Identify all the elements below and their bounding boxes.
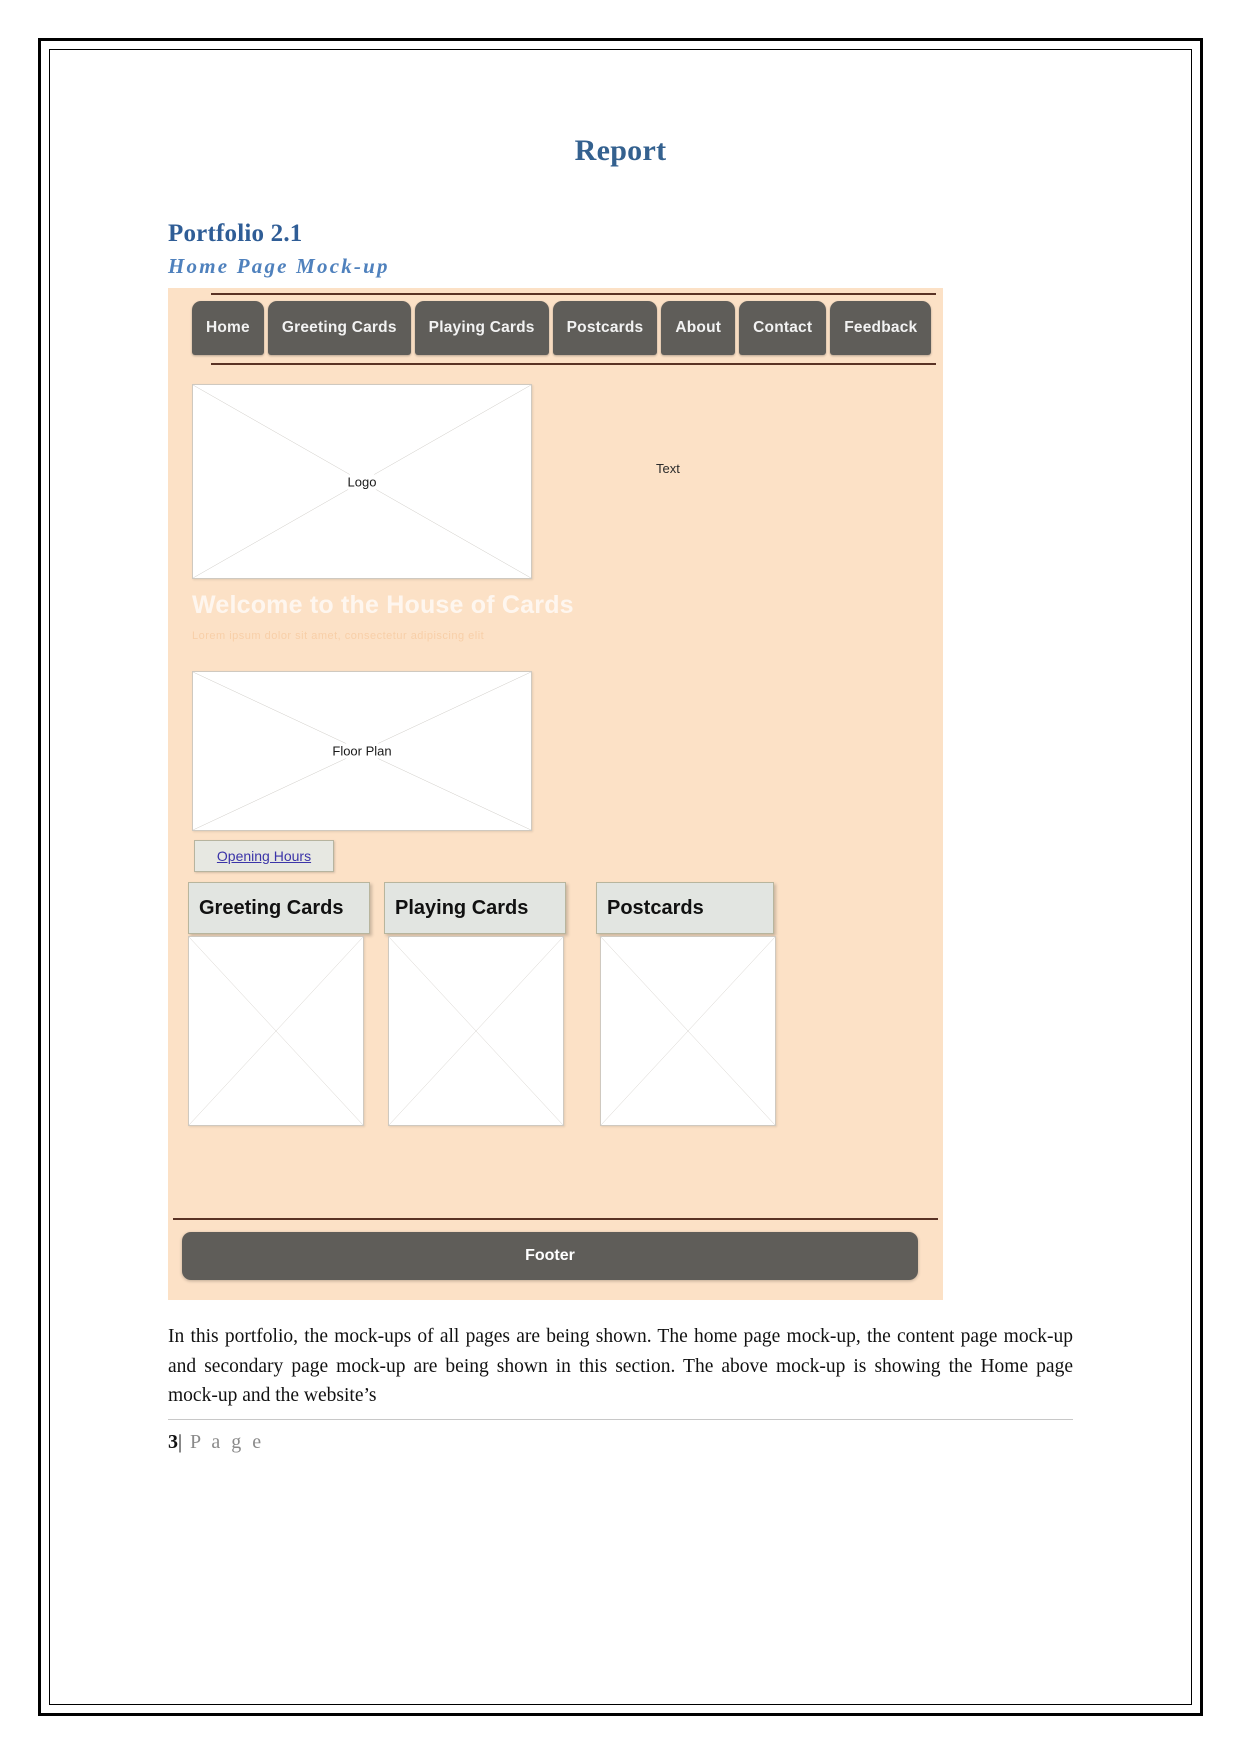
footer-label: Footer: [525, 1247, 575, 1264]
section-heading: Portfolio 2.1: [168, 220, 303, 247]
category-label: Postcards: [607, 896, 704, 919]
page-number: 3: [168, 1431, 178, 1453]
category-image-placeholder: [188, 936, 364, 1126]
page-footer: 3| P a g e: [168, 1419, 1073, 1454]
placeholder-cross-icon: [189, 937, 363, 1125]
text-placeholder-label: Text: [656, 461, 680, 476]
category-box-playing-cards[interactable]: Playing Cards: [384, 882, 566, 934]
category-image-placeholder: [600, 936, 776, 1126]
page-number-block: 3| P a g e: [168, 1431, 1073, 1454]
nav-item-feedback[interactable]: Feedback: [830, 301, 932, 355]
mockup-footer-rule: [173, 1218, 938, 1220]
body-paragraph: In this portfolio, the mock-ups of all p…: [168, 1326, 1073, 1407]
nav-item-contact[interactable]: Contact: [739, 301, 827, 355]
page-footer-divider: [168, 1419, 1073, 1420]
page-title: Report: [574, 134, 667, 167]
category-image-placeholder: [388, 936, 564, 1126]
nav-item-home[interactable]: Home: [192, 301, 264, 355]
opening-hours-link[interactable]: Opening Hours: [217, 848, 311, 864]
page-content: Report Portfolio 2.1 Home Page Mock-up H…: [49, 49, 1192, 1705]
mockup-footer-bar: Footer: [182, 1232, 918, 1280]
category-box-postcards[interactable]: Postcards: [596, 882, 774, 934]
mockup-navbar: Home Greeting Cards Playing Cards Postca…: [192, 301, 932, 355]
mockup-top-rule: [211, 293, 936, 295]
category-label: Playing Cards: [395, 896, 529, 919]
floorplan-placeholder-label: Floor Plan: [327, 743, 397, 759]
logo-placeholder-label: Logo: [342, 474, 382, 489]
sub-heading: Home Page Mock-up: [168, 254, 390, 278]
nav-item-greeting-cards[interactable]: Greeting Cards: [267, 301, 411, 355]
logo-placeholder: Logo: [192, 384, 532, 579]
mockup-nav-bottom-rule: [211, 363, 936, 365]
page-number-separator: |: [178, 1431, 183, 1453]
nav-item-playing-cards[interactable]: Playing Cards: [414, 301, 549, 355]
homepage-mockup: Home Greeting Cards Playing Cards Postca…: [168, 288, 943, 1300]
nav-item-postcards[interactable]: Postcards: [552, 301, 658, 355]
welcome-heading: Welcome to the House of Cards: [192, 591, 574, 619]
nav-item-about[interactable]: About: [661, 301, 736, 355]
floorplan-placeholder: Floor Plan: [192, 671, 532, 831]
placeholder-cross-icon: [601, 937, 775, 1125]
category-box-greeting-cards[interactable]: Greeting Cards: [188, 882, 370, 934]
page-label: P a g e: [190, 1431, 265, 1453]
opening-hours-button[interactable]: Opening Hours: [194, 840, 334, 872]
category-label: Greeting Cards: [199, 896, 344, 919]
welcome-subtext: Lorem ipsum dolor sit amet, consectetur …: [192, 630, 485, 642]
placeholder-cross-icon: [389, 937, 563, 1125]
